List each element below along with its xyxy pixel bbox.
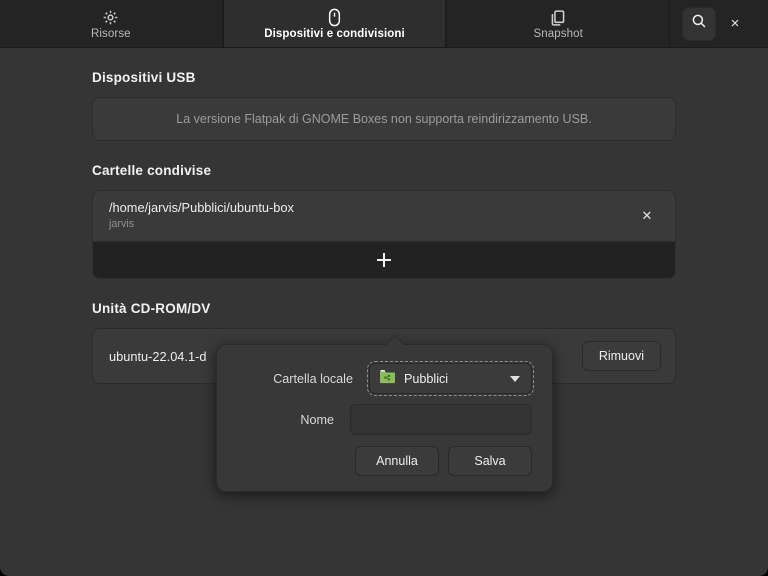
name-input[interactable]	[350, 404, 532, 435]
boxes-preferences-window: Risorse Dispositivi e condivisioni Snaps…	[0, 0, 768, 576]
section-title-cdrom: Unità CD-ROM/DV	[92, 301, 211, 316]
shared-folders-card: /home/jarvis/Pubblici/ubuntu-box jarvis …	[92, 190, 676, 279]
local-folder-row: Cartella locale Pubblici	[237, 361, 534, 396]
add-shared-folder-popover: Cartella locale Pubblici Nome Annulla Sa…	[216, 344, 553, 492]
popover-arrow	[385, 335, 405, 345]
plus-icon	[377, 253, 391, 267]
search-button[interactable]	[682, 6, 717, 41]
name-row: Nome	[237, 404, 532, 435]
popover-buttons: Annulla Salva	[237, 446, 532, 476]
tab-label: Snapshot	[533, 28, 583, 40]
tab-risorse[interactable]: Risorse	[0, 0, 223, 47]
folder-path: /home/jarvis/Pubblici/ubuntu-box	[109, 200, 294, 215]
remove-cdrom-button[interactable]: Rimuovi	[581, 341, 661, 371]
folder-row-texts: /home/jarvis/Pubblici/ubuntu-box jarvis	[109, 200, 635, 231]
save-button[interactable]: Salva	[448, 446, 532, 476]
folder-name: jarvis	[109, 218, 135, 230]
search-icon	[691, 13, 707, 34]
section-usb-devices: Dispositivi USB La versione Flatpak di G…	[92, 70, 676, 141]
cancel-button[interactable]: Annulla	[355, 446, 439, 476]
list-item[interactable]: /home/jarvis/Pubblici/ubuntu-box jarvis …	[93, 191, 675, 242]
name-label: Nome	[300, 412, 334, 427]
tab-dispositivi-e-condivisioni[interactable]: Dispositivi e condivisioni	[222, 0, 447, 47]
public-folder-icon	[379, 369, 396, 389]
header-actions: ×	[670, 0, 768, 47]
preferences-content: Dispositivi USB La versione Flatpak di G…	[0, 48, 768, 576]
copy-layers-icon	[549, 8, 567, 27]
local-folder-label: Cartella locale	[273, 371, 353, 386]
local-folder-value: Pubblici	[404, 371, 449, 386]
usb-notice-card: La versione Flatpak di GNOME Boxes non s…	[92, 97, 676, 141]
tab-label: Dispositivi e condivisioni	[264, 28, 405, 40]
section-title-usb: Dispositivi USB	[92, 70, 196, 85]
tab-label: Risorse	[90, 28, 131, 40]
close-button[interactable]: ×	[720, 7, 750, 41]
usb-device-icon	[326, 8, 343, 27]
section-shared-folders: Cartelle condivise /home/jarvis/Pubblici…	[92, 163, 676, 279]
remove-shared-folder-button[interactable]: ✕	[635, 204, 659, 228]
chevron-down-icon	[510, 375, 520, 382]
local-folder-select[interactable]: Pubblici	[367, 361, 534, 396]
header-bar: Risorse Dispositivi e condivisioni Snaps…	[0, 0, 768, 48]
usb-notice-text: La versione Flatpak di GNOME Boxes non s…	[176, 112, 592, 126]
tab-snapshot[interactable]: Snapshot	[446, 0, 671, 47]
section-title-shared-folders: Cartelle condivise	[92, 163, 212, 178]
gear-icon	[102, 8, 119, 27]
add-shared-folder-button[interactable]	[93, 242, 675, 278]
